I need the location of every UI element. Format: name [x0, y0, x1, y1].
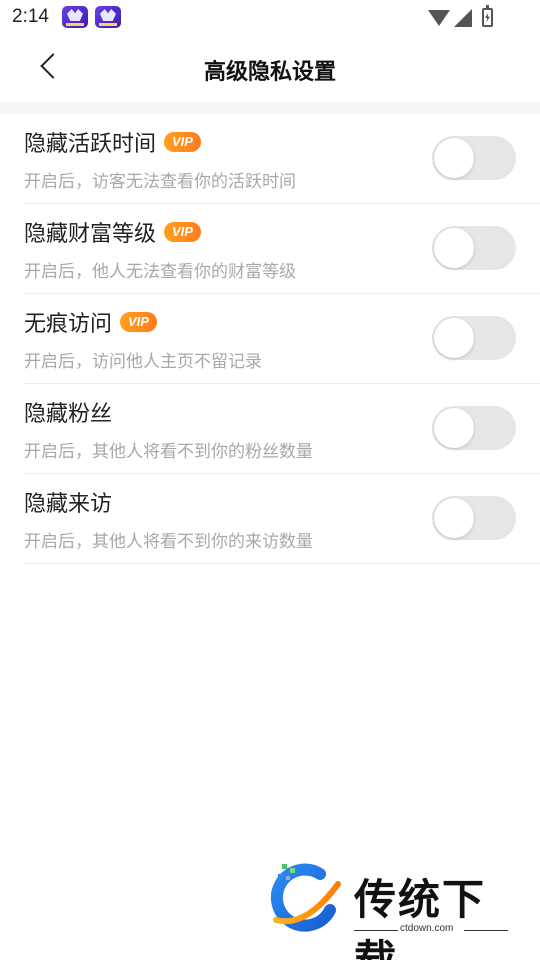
wifi-icon	[428, 10, 450, 26]
cell-signal-icon	[454, 9, 472, 27]
setting-description: 开启后，其他人将看不到你的来访数量	[24, 532, 313, 552]
setting-title: 隐藏活跃时间	[24, 132, 157, 157]
hide-visitors-toggle[interactable]	[432, 496, 516, 540]
setting-title: 隐藏财富等级	[24, 222, 157, 247]
setting-invisible-visit: 无痕访问 VIP 开启后，访问他人主页不留记录	[24, 294, 540, 384]
setting-hide-wealth-level: 隐藏财富等级 VIP 开启后，他人无法查看你的财富等级	[24, 204, 540, 294]
setting-description: 开启后，他人无法查看你的财富等级	[24, 262, 296, 282]
hide-fans-toggle[interactable]	[432, 406, 516, 450]
invisible-visit-toggle[interactable]	[432, 316, 516, 360]
setting-hide-active-time: 隐藏活跃时间 VIP 开启后，访客无法查看你的活跃时间	[24, 114, 540, 204]
app-notification-icon	[62, 6, 88, 28]
toggle-knob	[434, 318, 474, 358]
toggle-knob	[434, 498, 474, 538]
header-divider	[0, 102, 540, 114]
setting-title: 无痕访问	[24, 312, 113, 337]
setting-hide-visitors: 隐藏来访 开启后，其他人将看不到你的来访数量	[24, 474, 540, 564]
setting-title: 隐藏粉丝	[24, 402, 113, 427]
status-bar: 2:14	[0, 0, 540, 36]
setting-description: 开启后，访客无法查看你的活跃时间	[24, 172, 296, 192]
setting-title: 隐藏来访	[24, 492, 113, 517]
watermark-brand: 传统下载	[354, 875, 487, 960]
watermark: 传统下载 ctdown.com	[268, 862, 518, 960]
toggle-knob	[434, 138, 474, 178]
battery-charging-icon	[482, 5, 493, 27]
watermark-logo-icon	[270, 863, 341, 932]
hide-active-time-toggle[interactable]	[432, 136, 516, 180]
setting-description: 开启后，访问他人主页不留记录	[24, 352, 262, 372]
page-title: 高级隐私设置	[203, 60, 336, 85]
system-icons	[428, 5, 500, 28]
toggle-knob	[434, 408, 474, 448]
vip-badge: VIP	[164, 222, 201, 242]
status-time: 2:14	[12, 6, 49, 27]
vip-badge: VIP	[164, 132, 201, 152]
settings-list: 隐藏活跃时间 VIP 开启后，访客无法查看你的活跃时间 隐藏财富等级 VIP 开…	[24, 114, 540, 564]
toggle-knob	[434, 228, 474, 268]
setting-hide-fans: 隐藏粉丝 开启后，其他人将看不到你的粉丝数量	[24, 384, 540, 474]
setting-description: 开启后，其他人将看不到你的粉丝数量	[24, 442, 313, 462]
vip-badge: VIP	[120, 312, 157, 332]
app-notification-icon	[95, 6, 121, 28]
hide-wealth-level-toggle[interactable]	[432, 226, 516, 270]
nav-bar: 高级隐私设置	[0, 36, 540, 102]
watermark-url: ctdown.com	[400, 923, 454, 934]
